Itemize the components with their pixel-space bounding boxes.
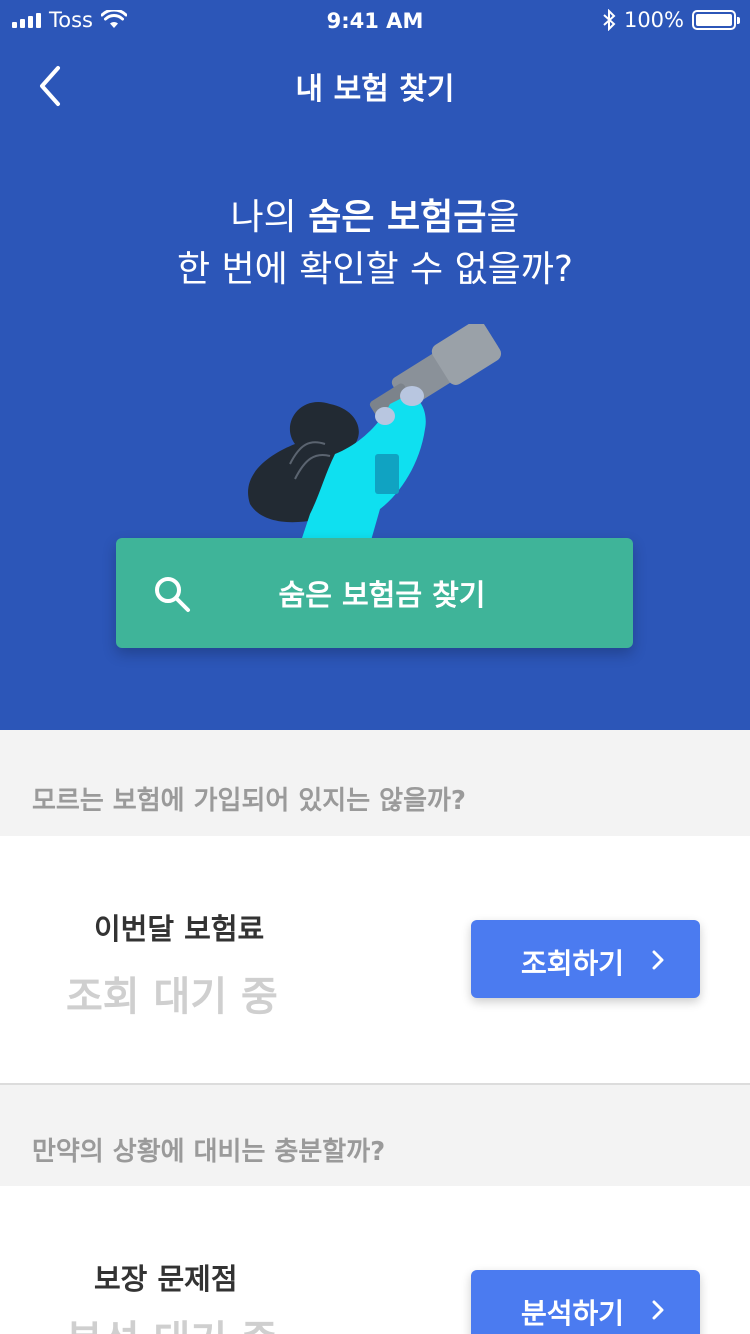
coverage-card: 보장 문제점 분석 대기 중 분석하기 <box>0 1186 750 1334</box>
section-header-text: 모르는 보험에 가입되어 있지는 않을까? <box>32 786 467 816</box>
status-right: 100% <box>602 8 740 32</box>
bluetooth-icon <box>603 9 616 31</box>
chevron-right-icon <box>652 950 664 970</box>
headline-line-2: 한 번에 확인할 수 없을까? <box>176 249 574 290</box>
telescope-illustration <box>248 324 502 544</box>
hero-headline: 나의 숨은 보험금을 한 번에 확인할 수 없을까? <box>0 192 750 296</box>
chevron-right-icon <box>652 1300 664 1320</box>
section-header-premium: 모르는 보험에 가입되어 있지는 않을까? <box>0 730 750 836</box>
find-button-label: 숨은 보험금 찾기 <box>278 578 486 612</box>
section-header-text: 만약의 상황에 대비는 충분할까? <box>32 1137 386 1167</box>
status-bar: Toss 9:41 AM 100% <box>0 0 750 42</box>
analyze-button[interactable]: 분석하기 <box>471 1270 700 1334</box>
battery-percent: 100% <box>623 8 684 32</box>
section-header-coverage: 만약의 상황에 대비는 충분할까? <box>0 1085 750 1186</box>
page-title: 내 보험 찾기 <box>295 72 455 107</box>
card-status: 분석 대기 중 <box>66 1308 278 1334</box>
card-title: 보장 문제점 <box>94 1262 238 1296</box>
headline-line-1: 나의 숨은 보험금을 <box>0 192 750 244</box>
find-hidden-insurance-button[interactable]: 숨은 보험금 찾기 <box>116 538 633 648</box>
headline-bold: 숨은 보험금 <box>308 197 487 238</box>
lookup-button-label: 조회하기 <box>521 947 625 980</box>
battery-icon <box>692 10 740 30</box>
card-status: 조회 대기 중 <box>66 974 278 1020</box>
analyze-button-label: 분석하기 <box>521 1297 625 1330</box>
lookup-button[interactable]: 조회하기 <box>471 920 700 998</box>
hero-section: 내 보험 찾기 나의 숨은 보험금을 한 번에 확인할 수 없을까? 숨은 보험… <box>0 42 750 730</box>
headline-post: 을 <box>486 197 520 238</box>
premium-card: 이번달 보험료 조회 대기 중 조회하기 <box>0 836 750 1083</box>
card-title: 이번달 보험료 <box>94 912 265 946</box>
headline-pre: 나의 <box>230 197 309 238</box>
